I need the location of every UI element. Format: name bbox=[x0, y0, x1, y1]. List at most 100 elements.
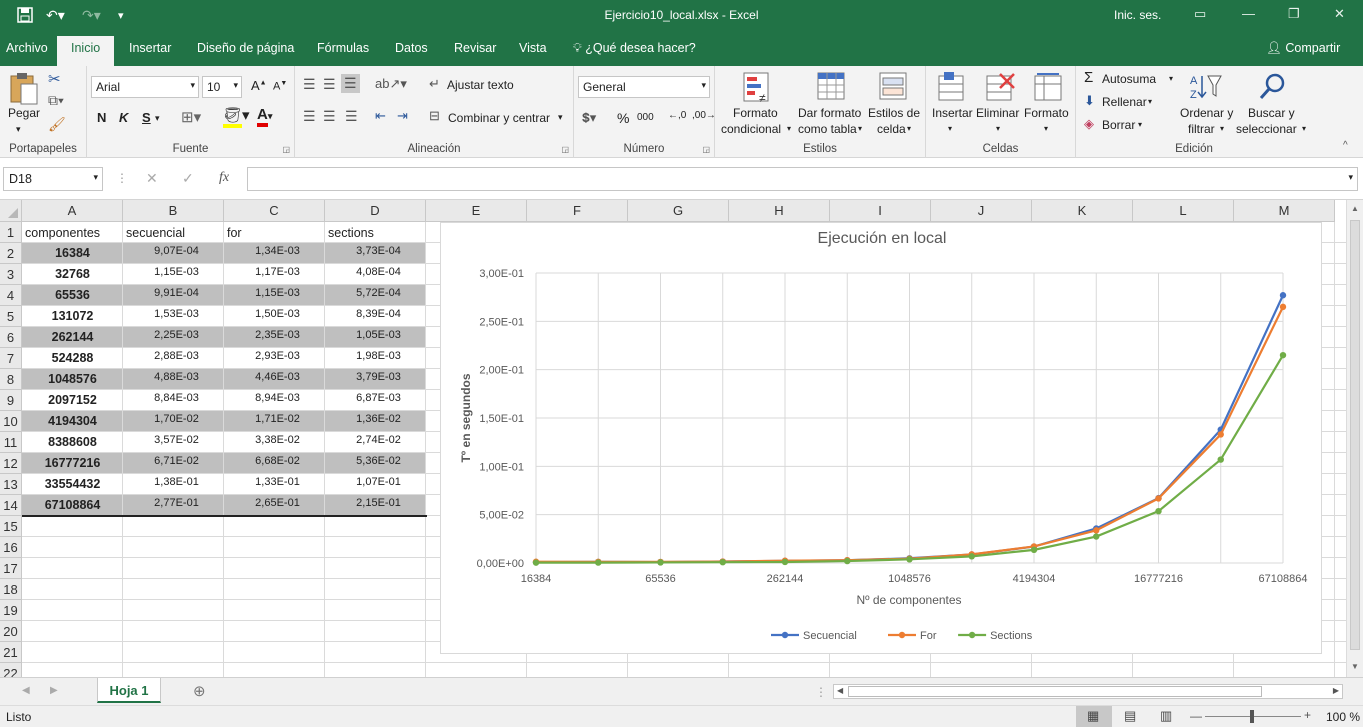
clear-button[interactable]: Borrar bbox=[1102, 118, 1135, 132]
table-cell[interactable]: 1,17E-03 bbox=[224, 266, 325, 278]
select-all-corner[interactable] bbox=[0, 200, 22, 222]
zoom-level[interactable]: 100 % bbox=[1326, 710, 1360, 724]
header-cell[interactable]: componentes bbox=[25, 226, 122, 240]
column-header[interactable]: D bbox=[325, 200, 426, 222]
cancel-icon[interactable]: ✕ bbox=[146, 170, 158, 187]
column-header[interactable]: H bbox=[729, 200, 830, 222]
format-cells-button[interactable]: Formato ▾ bbox=[1024, 70, 1074, 138]
find-select-button[interactable]: Buscar y seleccionar ▾ bbox=[1236, 70, 1308, 138]
table-cell[interactable]: 1,36E-02 bbox=[325, 413, 426, 425]
table-cell[interactable]: 1,70E-02 bbox=[123, 413, 224, 425]
table-cell[interactable]: 8,39E-04 bbox=[325, 308, 426, 320]
decrease-decimal-icon[interactable]: ,00→ bbox=[692, 110, 716, 121]
paste-dropdown-icon[interactable]: ▾ bbox=[16, 124, 21, 135]
table-cell[interactable]: 1,38E-01 bbox=[123, 476, 224, 488]
column-header[interactable]: K bbox=[1032, 200, 1133, 222]
table-cell[interactable]: 1,71E-02 bbox=[224, 413, 325, 425]
tab-insertar[interactable]: Insertar bbox=[129, 41, 171, 55]
table-cell[interactable]: 6,68E-02 bbox=[224, 455, 325, 467]
table-cell[interactable]: 67108864 bbox=[22, 498, 123, 512]
table-cell[interactable]: 8,84E-03 bbox=[123, 392, 224, 404]
table-cell[interactable]: 3,73E-04 bbox=[325, 245, 426, 257]
wrap-text-button[interactable]: Ajustar texto bbox=[447, 78, 514, 92]
font-color-icon[interactable]: A▾ bbox=[257, 106, 272, 127]
table-cell[interactable]: 1,15E-03 bbox=[123, 266, 224, 278]
row-header[interactable]: 16 bbox=[0, 537, 22, 558]
row-header[interactable]: 10 bbox=[0, 411, 22, 432]
table-cell[interactable]: 1,07E-01 bbox=[325, 476, 426, 488]
fill-button[interactable]: Rellenar bbox=[1102, 95, 1147, 109]
table-cell[interactable]: 65536 bbox=[22, 288, 123, 302]
table-cell[interactable]: 8388608 bbox=[22, 435, 123, 449]
row-header[interactable]: 15 bbox=[0, 516, 22, 537]
tab-inicio[interactable]: Inicio bbox=[57, 36, 115, 66]
share-button[interactable]: 👤︎ Compartir bbox=[1266, 41, 1340, 56]
table-cell[interactable]: 4,46E-03 bbox=[224, 371, 325, 383]
row-header[interactable]: 4 bbox=[0, 285, 22, 306]
tab-formulas[interactable]: Fórmulas bbox=[317, 41, 369, 55]
table-cell[interactable]: 5,36E-02 bbox=[325, 455, 426, 467]
table-cell[interactable]: 2,15E-01 bbox=[325, 497, 426, 509]
insert-function-button[interactable]: fx bbox=[219, 170, 229, 186]
row-header[interactable]: 9 bbox=[0, 390, 22, 411]
table-cell[interactable]: 16384 bbox=[22, 246, 123, 260]
column-header[interactable]: A bbox=[22, 200, 123, 222]
wrap-text-icon[interactable]: ↵ bbox=[429, 76, 440, 92]
row-header[interactable]: 14 bbox=[0, 495, 22, 516]
tab-revisar[interactable]: Revisar bbox=[454, 41, 496, 55]
close-icon[interactable]: ✕ bbox=[1334, 6, 1345, 22]
table-cell[interactable]: 2,74E-02 bbox=[325, 434, 426, 446]
row-header[interactable]: 12 bbox=[0, 453, 22, 474]
table-cell[interactable]: 33554432 bbox=[22, 477, 123, 491]
ribbon-options-icon[interactable]: ▭ bbox=[1194, 6, 1206, 22]
format-as-table-button[interactable]: Dar formato como tabla ▾ bbox=[795, 70, 865, 138]
align-left-icon[interactable]: ☰ bbox=[303, 108, 316, 125]
row-header[interactable]: 17 bbox=[0, 558, 22, 579]
table-cell[interactable]: 2097152 bbox=[22, 393, 123, 407]
sheet-tab-hoja1[interactable]: Hoja 1 bbox=[97, 678, 161, 703]
chevron-down-icon[interactable]: ▾ bbox=[1169, 74, 1173, 83]
font-name-dropdown[interactable]: Arial ▾ bbox=[91, 76, 199, 98]
scroll-left-icon[interactable]: ◀ bbox=[837, 686, 843, 695]
orientation-icon[interactable]: ab↗▾ bbox=[375, 76, 407, 92]
table-cell[interactable]: 1,53E-03 bbox=[123, 308, 224, 320]
row-header[interactable]: 8 bbox=[0, 369, 22, 390]
column-header[interactable]: M bbox=[1234, 200, 1335, 222]
tab-datos[interactable]: Datos bbox=[395, 41, 428, 55]
table-cell[interactable]: 4,88E-03 bbox=[123, 371, 224, 383]
horizontal-scroll-thumb[interactable] bbox=[848, 686, 1262, 697]
align-center-icon[interactable]: ☰ bbox=[323, 108, 336, 125]
table-cell[interactable]: 5,72E-04 bbox=[325, 287, 426, 299]
enter-icon[interactable]: ✓ bbox=[182, 170, 194, 187]
table-cell[interactable]: 524288 bbox=[22, 351, 123, 365]
tab-vista[interactable]: Vista bbox=[519, 41, 547, 55]
chart[interactable]: 0,00E+00 5,00E-02 1,00E-01 1,50E-01 2,00E-01… bbox=[440, 222, 1322, 654]
row-header[interactable]: 5 bbox=[0, 306, 22, 327]
row-header[interactable]: 13 bbox=[0, 474, 22, 495]
tab-diseno-pagina[interactable]: Diseño de página bbox=[197, 41, 294, 55]
tab-archivo[interactable]: Archivo bbox=[6, 41, 48, 55]
column-header[interactable]: L bbox=[1133, 200, 1234, 222]
column-header[interactable]: C bbox=[224, 200, 325, 222]
row-header[interactable]: 20 bbox=[0, 621, 22, 642]
formula-input[interactable]: ▾ bbox=[247, 167, 1358, 191]
table-cell[interactable]: 32768 bbox=[22, 267, 123, 281]
table-cell[interactable]: 9,07E-04 bbox=[123, 245, 224, 257]
column-header[interactable]: I bbox=[830, 200, 931, 222]
increase-indent-icon[interactable]: ⇥ bbox=[397, 108, 408, 124]
row-header[interactable]: 7 bbox=[0, 348, 22, 369]
currency-icon[interactable]: 💲︎▾ bbox=[582, 110, 596, 126]
column-header[interactable]: F bbox=[527, 200, 628, 222]
table-cell[interactable]: 1,33E-01 bbox=[224, 476, 325, 488]
paste-button[interactable] bbox=[8, 72, 40, 109]
column-header[interactable]: G bbox=[628, 200, 729, 222]
table-cell[interactable]: 3,79E-03 bbox=[325, 371, 426, 383]
chevron-down-icon[interactable]: ▾ bbox=[1148, 97, 1152, 106]
table-cell[interactable]: 2,77E-01 bbox=[123, 497, 224, 509]
column-header[interactable]: J bbox=[931, 200, 1032, 222]
dialog-launcher-icon[interactable]: ◲ bbox=[282, 145, 290, 154]
borders-icon[interactable]: ⊞▾ bbox=[181, 108, 201, 126]
table-cell[interactable]: 2,93E-03 bbox=[224, 350, 325, 362]
header-cell[interactable]: secuencial bbox=[126, 226, 223, 240]
name-box[interactable]: D18 ▾ bbox=[3, 167, 103, 191]
